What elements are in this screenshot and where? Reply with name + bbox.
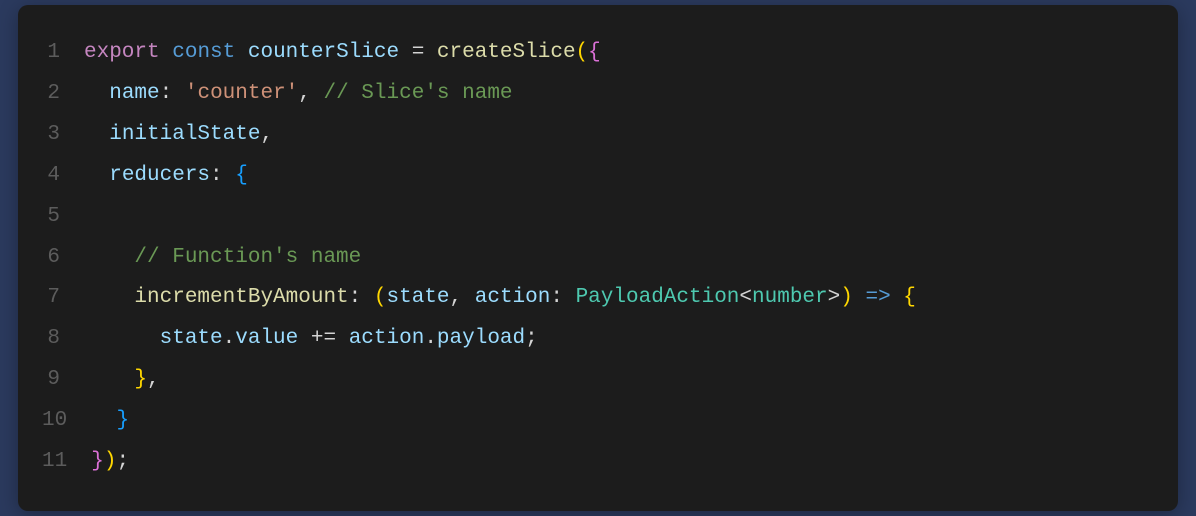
code-line: 4 reducers: { (42, 156, 1154, 197)
code-content: name: 'counter', // Slice's name (84, 74, 513, 115)
line-number: 5 (42, 197, 84, 238)
line-number: 2 (42, 74, 84, 115)
line-number: 10 (42, 401, 91, 442)
code-line: 10 } (42, 401, 1154, 442)
code-content: initialState, (84, 115, 273, 156)
code-content: export const counterSlice = createSlice(… (84, 33, 601, 74)
code-line: 8 state.value += action.payload; (42, 319, 1154, 360)
code-line: 2 name: 'counter', // Slice's name (42, 74, 1154, 115)
code-line: 7 incrementByAmount: (state, action: Pay… (42, 278, 1154, 319)
line-number: 8 (42, 319, 84, 360)
code-line: 11}); (42, 442, 1154, 483)
code-content: } (91, 401, 129, 442)
line-number: 4 (42, 156, 84, 197)
code-block[interactable]: 1export const counterSlice = createSlice… (18, 5, 1178, 511)
code-content: }, (84, 360, 160, 401)
line-number: 1 (42, 33, 84, 74)
code-content: reducers: { (84, 156, 248, 197)
code-line: 9 }, (42, 360, 1154, 401)
code-content: }); (91, 442, 129, 483)
line-number: 7 (42, 278, 84, 319)
code-line: 1export const counterSlice = createSlice… (42, 33, 1154, 74)
line-number: 6 (42, 238, 84, 279)
code-content: // Function's name (84, 238, 361, 279)
line-number: 9 (42, 360, 84, 401)
code-content: incrementByAmount: (state, action: Paylo… (84, 278, 916, 319)
code-line: 3 initialState, (42, 115, 1154, 156)
line-number: 11 (42, 442, 91, 483)
code-line: 6 // Function's name (42, 238, 1154, 279)
code-content: state.value += action.payload; (84, 319, 538, 360)
line-number: 3 (42, 115, 84, 156)
code-line: 5 (42, 197, 1154, 238)
